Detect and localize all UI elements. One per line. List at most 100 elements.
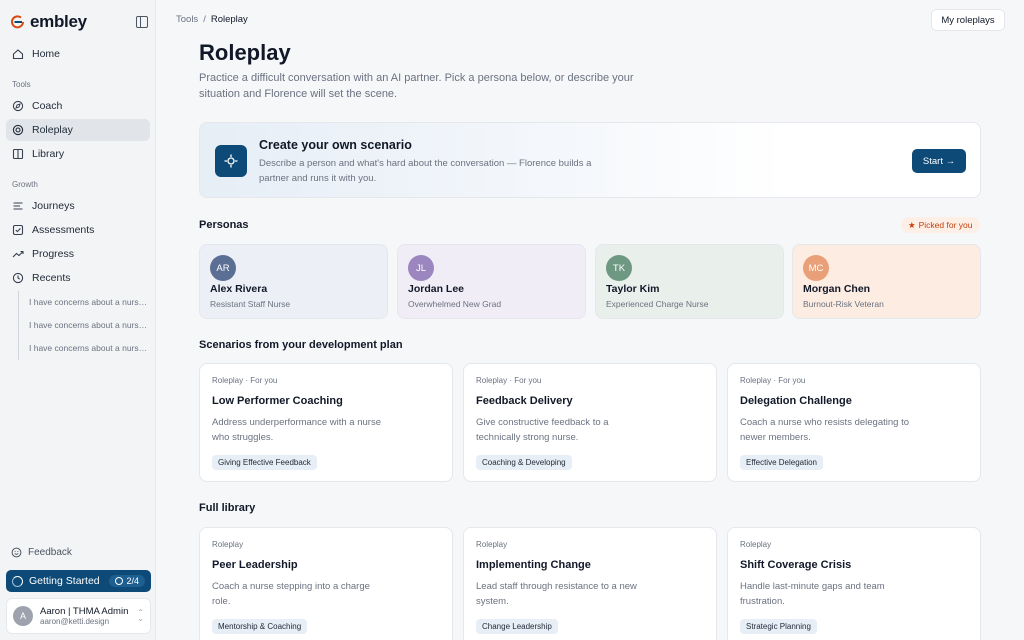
scenario-kicker: Roleplay — [740, 540, 772, 549]
trend-icon — [12, 248, 24, 260]
logo-mark-icon — [11, 15, 24, 29]
sidebar-item-journeys[interactable]: Journeys — [6, 195, 150, 217]
getting-started-progress-badge: 2/4 — [109, 575, 145, 587]
persona-card[interactable]: TK Taylor Kim Experienced Charge Nurse — [595, 244, 784, 319]
scenario-kicker: Roleplay · For you — [740, 376, 806, 385]
compass-icon — [12, 100, 24, 112]
checkbox-icon — [12, 224, 24, 236]
smile-icon — [11, 547, 22, 558]
user-menu[interactable]: A Aaron | THMA Admin aaron@ketti.design … — [6, 598, 151, 634]
progress-ring-icon — [12, 575, 23, 587]
sidebar: embley Home Tools Coach Roleplay Library… — [0, 0, 156, 640]
scenario-description: Address underperformance with a nurse wh… — [212, 417, 381, 443]
persona-card[interactable]: AR Alex Rivera Resistant Staff Nurse — [199, 244, 388, 319]
dev-plan-title: Scenarios from your development plan — [199, 339, 403, 351]
scenario-kicker: Roleplay — [212, 540, 244, 549]
persona-role: Overwhelmed New Grad — [408, 299, 502, 309]
breadcrumb-parent[interactable]: Tools — [176, 14, 198, 25]
scenario-title: Low Performer Coaching — [212, 395, 343, 407]
scenario-title: Peer Leadership — [212, 559, 298, 571]
list-icon — [12, 200, 24, 212]
logo-text: embley — [30, 12, 87, 31]
skill-tag: Giving Effective Feedback — [212, 455, 317, 470]
persona-role: Experienced Charge Nurse — [606, 299, 709, 309]
chevron-up-down-icon: ⌃ ⌄ — [137, 608, 144, 623]
start-button[interactable]: Start → — [912, 149, 966, 173]
book-icon — [12, 148, 24, 160]
breadcrumb-separator: / — [203, 14, 206, 25]
sidebar-section-growth: Growth — [12, 180, 38, 189]
create-scenario-title: Create your own scenario — [259, 138, 412, 152]
scenario-title: Shift Coverage Crisis — [740, 559, 852, 571]
persona-name: Alex Rivera — [210, 283, 268, 295]
feedback-label: Feedback — [28, 547, 72, 558]
page-title: Roleplay — [199, 40, 291, 65]
scenario-kicker: Roleplay · For you — [476, 376, 542, 385]
persona-name: Taylor Kim — [606, 283, 660, 295]
create-scenario-card[interactable]: Create your own scenario Describe a pers… — [199, 122, 981, 198]
scenario-card[interactable]: Roleplay · For you Delegation Challenge … — [727, 363, 981, 482]
scenario-card[interactable]: Roleplay · For you Feedback Delivery Giv… — [463, 363, 717, 482]
sidebar-item-assessments[interactable]: Assessments — [6, 219, 150, 241]
avatar: MC — [803, 255, 829, 281]
getting-started-button[interactable]: Getting Started 2/4 — [6, 570, 151, 592]
skill-tag: Coaching & Developing — [476, 455, 572, 470]
picked-for-you-badge: ★ Picked for you — [901, 217, 980, 233]
sidebar-item-home[interactable]: Home — [6, 43, 150, 65]
recent-item[interactable]: I have concerns about a nurse… — [29, 314, 150, 337]
my-roleplays-button[interactable]: My roleplays — [931, 9, 1005, 31]
picked-label: Picked for you — [918, 220, 973, 230]
user-email: aaron@ketti.design — [40, 617, 110, 626]
scenario-title: Feedback Delivery — [476, 395, 573, 407]
scenario-title: Delegation Challenge — [740, 395, 852, 407]
sidebar-item-recents[interactable]: Recents — [6, 267, 150, 289]
personas-title: Personas — [199, 219, 249, 231]
persona-role: Resistant Staff Nurse — [210, 299, 291, 309]
scenario-card[interactable]: Roleplay · For you Low Performer Coachin… — [199, 363, 453, 482]
getting-started-progress: 2/4 — [126, 576, 139, 586]
scenario-title: Implementing Change — [476, 559, 591, 571]
breadcrumb: Tools / Roleplay — [176, 14, 248, 25]
scenario-description: Lead staff through resistance to a new s… — [476, 581, 637, 607]
target-icon — [12, 124, 24, 136]
persona-name: Morgan Chen — [803, 283, 871, 295]
star-icon: ★ — [908, 219, 916, 230]
scenario-description: Coach a nurse stepping into a charge rol… — [212, 581, 370, 607]
check-circle-icon — [115, 577, 124, 585]
avatar: AR — [210, 255, 236, 281]
persona-card[interactable]: JL Jordan Lee Overwhelmed New Grad — [397, 244, 586, 319]
recent-item[interactable]: I have concerns about a nurse… — [29, 337, 150, 360]
library-card[interactable]: Roleplay Shift Coverage Crisis Handle la… — [727, 527, 981, 640]
sidebar-item-roleplay[interactable]: Roleplay — [6, 119, 150, 141]
breadcrumb-current: Roleplay — [210, 14, 248, 25]
library-card[interactable]: Roleplay Peer Leadership Coach a nurse s… — [199, 527, 453, 640]
sidebar-section-tools: Tools — [12, 80, 31, 89]
scenario-description: Coach a nurse who resists delegating to … — [740, 417, 909, 443]
feedback-link[interactable]: Feedback — [11, 547, 72, 558]
sidebar-item-progress[interactable]: Progress — [6, 243, 150, 265]
user-name: Aaron | THMA Admin — [40, 606, 129, 617]
page-description: Practice a difficult conversation with a… — [199, 72, 634, 100]
logo[interactable]: embley — [10, 12, 87, 32]
scenario-kicker: Roleplay · For you — [212, 376, 278, 385]
skill-tag: Mentorship & Coaching — [212, 619, 308, 634]
library-title: Full library — [199, 502, 256, 514]
crosshair-icon — [215, 145, 247, 177]
sidebar-collapse-icon[interactable] — [136, 16, 148, 28]
scenario-description: Give constructive feedback to a technica… — [476, 417, 609, 443]
skill-tag: Change Leadership — [476, 619, 558, 634]
sidebar-item-coach[interactable]: Coach — [6, 95, 150, 117]
sidebar-item-library[interactable]: Library — [6, 143, 150, 165]
sidebar-item-label: Library — [32, 148, 65, 160]
sidebar-item-label: Assessments — [32, 224, 95, 236]
scenario-kicker: Roleplay — [476, 540, 508, 549]
clock-icon — [12, 272, 24, 284]
home-icon — [12, 48, 24, 60]
library-card[interactable]: Roleplay Implementing Change Lead staff … — [463, 527, 717, 640]
sidebar-item-label: Journeys — [32, 200, 75, 212]
avatar: A — [13, 606, 33, 626]
persona-card[interactable]: MC Morgan Chen Burnout-Risk Veteran — [792, 244, 981, 319]
recents-list: I have concerns about a nurse… I have co… — [18, 291, 150, 360]
sidebar-item-label: Recents — [32, 272, 71, 284]
recent-item[interactable]: I have concerns about a nurse… — [29, 291, 150, 314]
